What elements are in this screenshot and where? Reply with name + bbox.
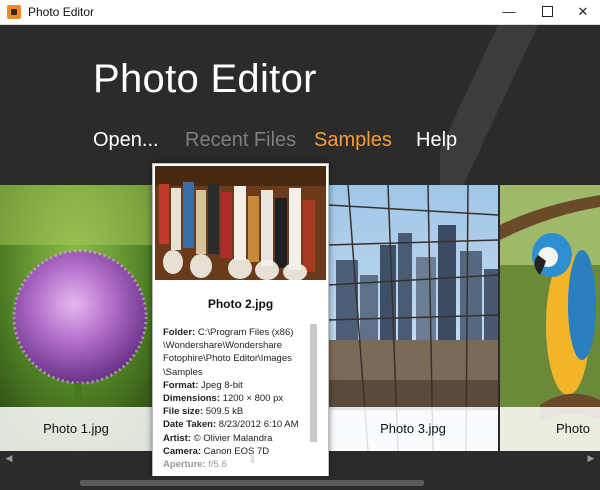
photo-details: Folder: C:\Program Files (x86) \Wondersh… <box>163 326 313 471</box>
scrollbar-grip-icon: ||| <box>249 453 255 463</box>
detail-label: Aperture: <box>163 459 206 471</box>
detail-label: Date Taken: <box>163 419 217 431</box>
nav-help[interactable]: Help <box>416 129 457 152</box>
maximize-button[interactable] <box>530 0 564 24</box>
gallery-tile-photo-3[interactable]: Photo 3.jpg <box>328 185 498 451</box>
details-scrollbar[interactable] <box>310 324 317 442</box>
guitars-photo <box>155 166 326 280</box>
app-main: Photo Editor Open... Recent Files Sample… <box>0 25 600 490</box>
detail-value: © Olivier Malandra <box>193 432 273 444</box>
gallery-tile-photo-1[interactable]: Photo 1.jpg <box>0 185 152 451</box>
background-logo-icon <box>440 25 600 185</box>
close-button[interactable]: ✕ <box>566 0 600 24</box>
nav-recent-files[interactable]: Recent Files <box>185 129 296 152</box>
tile-caption: Photo 1.jpg <box>0 407 152 451</box>
detail-value: Canon EOS 7D <box>203 445 270 457</box>
detail-date-taken: Date Taken: 8/23/2012 6:10 AM <box>163 418 313 431</box>
selected-photo-title: Photo 2.jpg <box>207 297 274 311</box>
nav-open[interactable]: Open... <box>93 129 159 152</box>
detail-value: 1200 × 800 px <box>222 393 284 405</box>
app-icon <box>7 5 21 19</box>
detail-format: Format: Jpeg 8-bit <box>163 379 313 392</box>
detail-camera: Camera: Canon EOS 7D <box>163 445 313 458</box>
maximize-icon <box>541 6 553 18</box>
detail-aperture: Aperture: f/5.6 <box>163 458 313 471</box>
tile-caption: Photo 3.jpg <box>328 407 498 451</box>
gallery-scrollbar[interactable] <box>0 476 600 490</box>
detail-dimensions: Dimensions: 1200 × 800 px <box>163 392 313 405</box>
detail-value: f/5.6 <box>208 459 227 471</box>
detail-label: Camera: <box>163 445 202 457</box>
window-title: Photo Editor <box>28 5 95 19</box>
detail-label: Folder: <box>163 327 196 338</box>
selected-photo-card[interactable]: Photo 2.jpg Folder: C:\Program Files (x8… <box>152 163 329 481</box>
detail-folder: Folder: C:\Program Files (x86) \Wondersh… <box>163 326 313 379</box>
scroll-left-icon[interactable]: ◀ <box>2 452 16 464</box>
detail-label: Dimensions: <box>163 393 221 405</box>
nav-samples[interactable]: Samples <box>314 129 392 152</box>
detail-value: 8/23/2012 6:10 AM <box>218 419 299 431</box>
app-heading: Photo Editor <box>93 57 317 101</box>
detail-label: File size: <box>163 406 204 418</box>
detail-label: Artist: <box>163 432 191 444</box>
detail-value: Jpeg 8-bit <box>201 379 243 391</box>
tile-caption: Photo 4. <box>500 407 600 451</box>
detail-artist: Artist: © Olivier Malandra <box>163 432 313 445</box>
title-bar: Photo Editor — ✕ <box>0 0 600 25</box>
scrollbar-thumb[interactable] <box>80 480 424 486</box>
detail-label: Format: <box>163 379 199 391</box>
detail-value: 509.5 kB <box>205 406 244 418</box>
minimize-button[interactable]: — <box>492 0 526 24</box>
detail-file-size: File size: 509.5 kB <box>163 405 313 418</box>
scroll-right-icon[interactable]: ▶ <box>584 452 598 464</box>
gallery-tile-photo-4[interactable]: Photo 4. <box>500 185 600 451</box>
